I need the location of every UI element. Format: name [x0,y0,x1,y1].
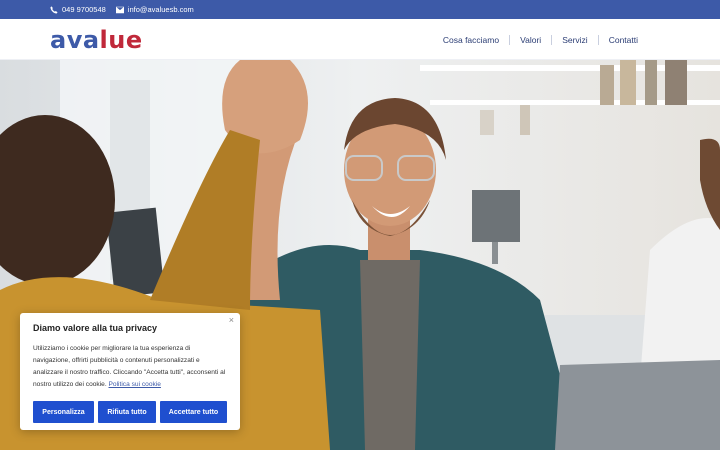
nav-item-contatti[interactable]: Contatti [597,34,648,45]
cookie-policy-link[interactable]: Politica sui cookie [109,381,161,388]
phone-icon [50,5,58,14]
email-address: info@avaluesb.com [127,5,194,14]
cookie-consent-banner: × Diamo valore alla tua privacy Utilizzi… [20,313,240,430]
close-icon[interactable]: × [229,315,234,325]
logo-part-red: lue [99,26,143,54]
reject-all-button[interactable]: Rifiuta tutto [98,401,156,423]
phone-contact[interactable]: 049 9700548 [50,5,106,14]
customize-button[interactable]: Personalizza [33,401,94,423]
avalue-logo[interactable]: avalue [50,26,143,54]
cookie-buttons: Personalizza Rifiuta tutto Accettare tut… [33,401,227,423]
phone-number: 049 9700548 [62,5,106,14]
nav-item-valori[interactable]: Valori [509,34,551,45]
nav-item-servizi[interactable]: Servizi [551,34,598,45]
accept-all-button[interactable]: Accettare tutto [160,401,227,423]
main-nav: Cosa facciamo Valori Servizi Contatti [433,19,648,60]
email-contact[interactable]: info@avaluesb.com [115,5,194,14]
top-contact-bar: 049 9700548 info@avaluesb.com [0,0,720,19]
envelope-icon [115,6,124,13]
main-header: avalue Cosa facciamo Valori Servizi Cont… [0,19,720,60]
logo-part-blue: ava [50,26,100,54]
cookie-title: Diamo valore alla tua privacy [33,323,158,333]
page-scrollbar[interactable] [708,0,720,450]
cookie-text: Utilizziamo i cookie per migliorare la t… [33,343,227,391]
nav-item-cosa-facciamo[interactable]: Cosa facciamo [433,35,509,45]
